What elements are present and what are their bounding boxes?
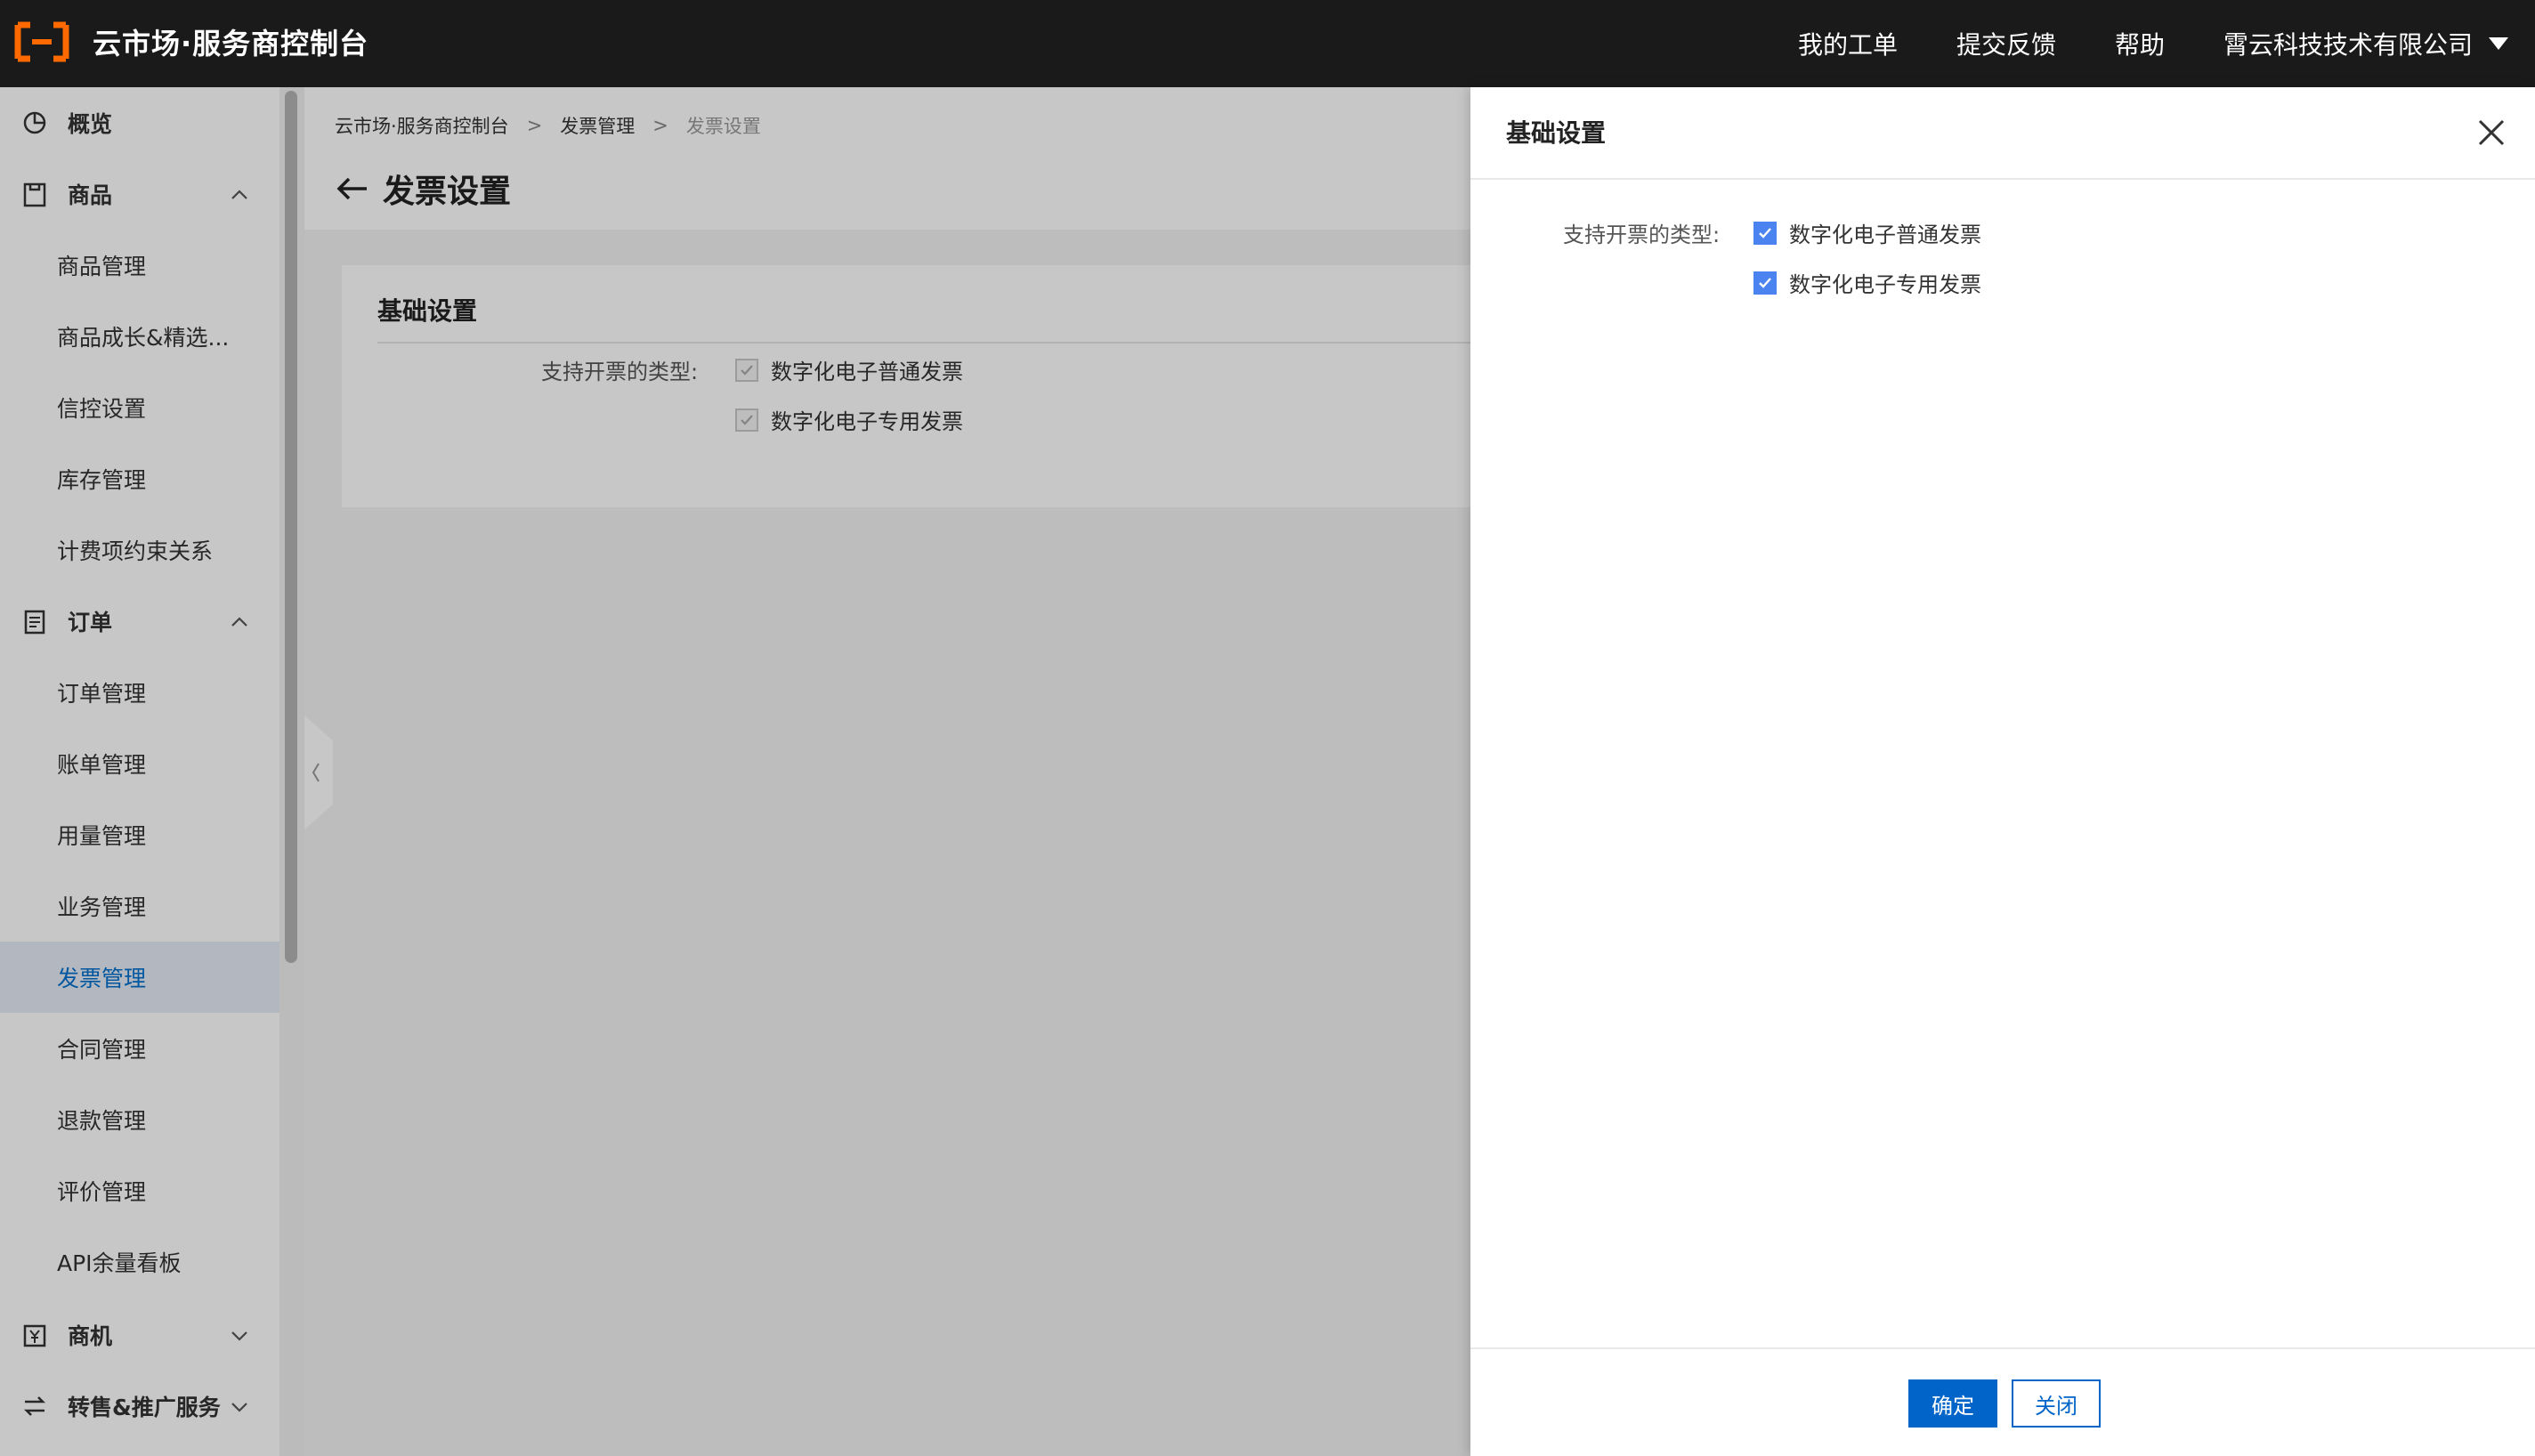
confirm-button[interactable]: 确定	[1908, 1379, 1997, 1428]
drawer-header: 基础设置	[1470, 87, 2535, 180]
checkbox-label: 数字化电子普通发票	[1789, 222, 1981, 247]
aliyun-logo-icon[interactable]	[14, 21, 69, 62]
top-bar: 云市场·服务商控制台 我的工单 提交反馈 帮助 霄云科技技术有限公司	[0, 0, 2535, 87]
invoice-type-label: 支持开票的类型:	[1563, 222, 1721, 247]
checkbox-checked-icon[interactable]	[1753, 271, 1777, 295]
help-link[interactable]: 帮助	[2115, 26, 2165, 61]
account-dropdown[interactable]: 霄云科技技术有限公司	[2223, 26, 2508, 61]
my-tickets-link[interactable]: 我的工单	[1798, 26, 1898, 61]
close-button[interactable]: 关闭	[2012, 1379, 2101, 1428]
caret-down-icon	[2489, 37, 2508, 50]
drawer-title: 基础设置	[1506, 118, 1607, 148]
checkbox-checked-icon[interactable]	[1753, 221, 1777, 245]
drawer-invoice-option-special[interactable]: 数字化电子专用发票	[1753, 267, 1981, 298]
company-name: 霄云科技技术有限公司	[2223, 30, 2473, 60]
drawer-invoice-option-normal[interactable]: 数字化电子普通发票	[1753, 217, 1981, 248]
drawer-footer: 确定 关闭	[1470, 1347, 2535, 1456]
modal-overlay[interactable]	[0, 87, 1470, 1456]
feedback-link[interactable]: 提交反馈	[1956, 26, 2056, 61]
app-title[interactable]: 云市场·服务商控制台	[93, 0, 369, 87]
settings-drawer: 基础设置 支持开票的类型: 数字化电子普通发票 数字化电子专用发票 确定 关闭	[1470, 87, 2535, 1456]
close-icon[interactable]	[2476, 117, 2507, 148]
checkbox-label: 数字化电子专用发票	[1789, 272, 1981, 297]
top-nav: 我的工单 提交反馈 帮助 霄云科技技术有限公司	[1798, 0, 2535, 87]
